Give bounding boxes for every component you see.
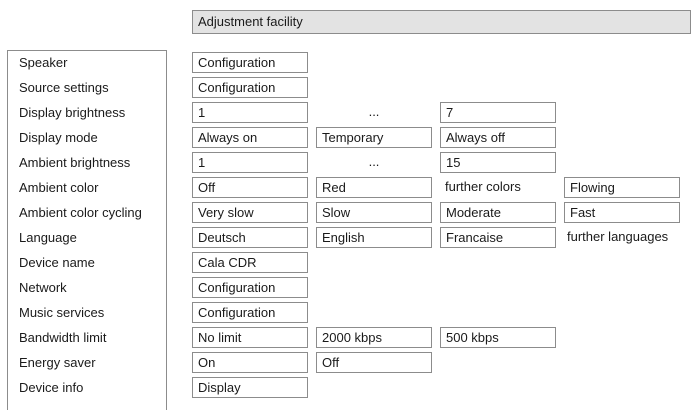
label-ambient-color: Ambient color <box>19 180 99 195</box>
label-music-services: Music services <box>19 305 105 320</box>
display-brightness-ellipsis: ... <box>368 104 380 119</box>
label-speaker: Speaker <box>19 55 68 70</box>
settings-label-column: Speaker Source settings Display brightne… <box>7 50 167 410</box>
energy-saver-off-option[interactable]: Off <box>316 352 432 373</box>
network-configuration-option[interactable]: Configuration <box>192 277 308 298</box>
label-source-settings: Source settings <box>19 80 109 95</box>
source-settings-configuration-option[interactable]: Configuration <box>192 77 308 98</box>
language-english-option[interactable]: English <box>316 227 432 248</box>
label-device-name: Device name <box>19 255 95 270</box>
energy-saver-on-option[interactable]: On <box>192 352 308 373</box>
speaker-configuration-option[interactable]: Configuration <box>192 52 308 73</box>
adjustment-facility-header: Adjustment facility <box>192 10 691 34</box>
bandwidth-500-kbps-option[interactable]: 500 kbps <box>440 327 556 348</box>
color-cycling-slow-option[interactable]: Slow <box>316 202 432 223</box>
label-device-info: Device info <box>19 380 84 395</box>
ambient-color-flowing-option[interactable]: Flowing <box>564 177 680 198</box>
display-brightness-max-option[interactable]: 7 <box>440 102 556 123</box>
device-info-display-option[interactable]: Display <box>192 377 308 398</box>
display-mode-temporary-option[interactable]: Temporary <box>316 127 432 148</box>
color-cycling-moderate-option[interactable]: Moderate <box>440 202 556 223</box>
label-bandwidth-limit: Bandwidth limit <box>19 330 107 345</box>
language-further-languages: further languages <box>567 229 669 244</box>
device-name-value[interactable]: Cala CDR <box>192 252 308 273</box>
ambient-color-red-option[interactable]: Red <box>316 177 432 198</box>
ambient-brightness-ellipsis: ... <box>368 154 380 169</box>
ambient-color-further-colors: further colors <box>445 179 521 194</box>
display-mode-always-off-option[interactable]: Always off <box>440 127 556 148</box>
bandwidth-2000-kbps-option[interactable]: 2000 kbps <box>316 327 432 348</box>
label-energy-saver: Energy saver <box>19 355 96 370</box>
music-services-configuration-option[interactable]: Configuration <box>192 302 308 323</box>
label-ambient-color-cycling: Ambient color cycling <box>19 205 142 220</box>
label-display-brightness: Display brightness <box>19 105 126 120</box>
ambient-brightness-max-option[interactable]: 15 <box>440 152 556 173</box>
color-cycling-very-slow-option[interactable]: Very slow <box>192 202 308 223</box>
label-ambient-brightness: Ambient brightness <box>19 155 131 170</box>
ambient-color-off-option[interactable]: Off <box>192 177 308 198</box>
display-brightness-min-option[interactable]: 1 <box>192 102 308 123</box>
label-language: Language <box>19 230 77 245</box>
language-deutsch-option[interactable]: Deutsch <box>192 227 308 248</box>
language-francaise-option[interactable]: Francaise <box>440 227 556 248</box>
color-cycling-fast-option[interactable]: Fast <box>564 202 680 223</box>
ambient-brightness-min-option[interactable]: 1 <box>192 152 308 173</box>
label-network: Network <box>19 280 67 295</box>
label-display-mode: Display mode <box>19 130 98 145</box>
bandwidth-no-limit-option[interactable]: No limit <box>192 327 308 348</box>
display-mode-always-on-option[interactable]: Always on <box>192 127 308 148</box>
